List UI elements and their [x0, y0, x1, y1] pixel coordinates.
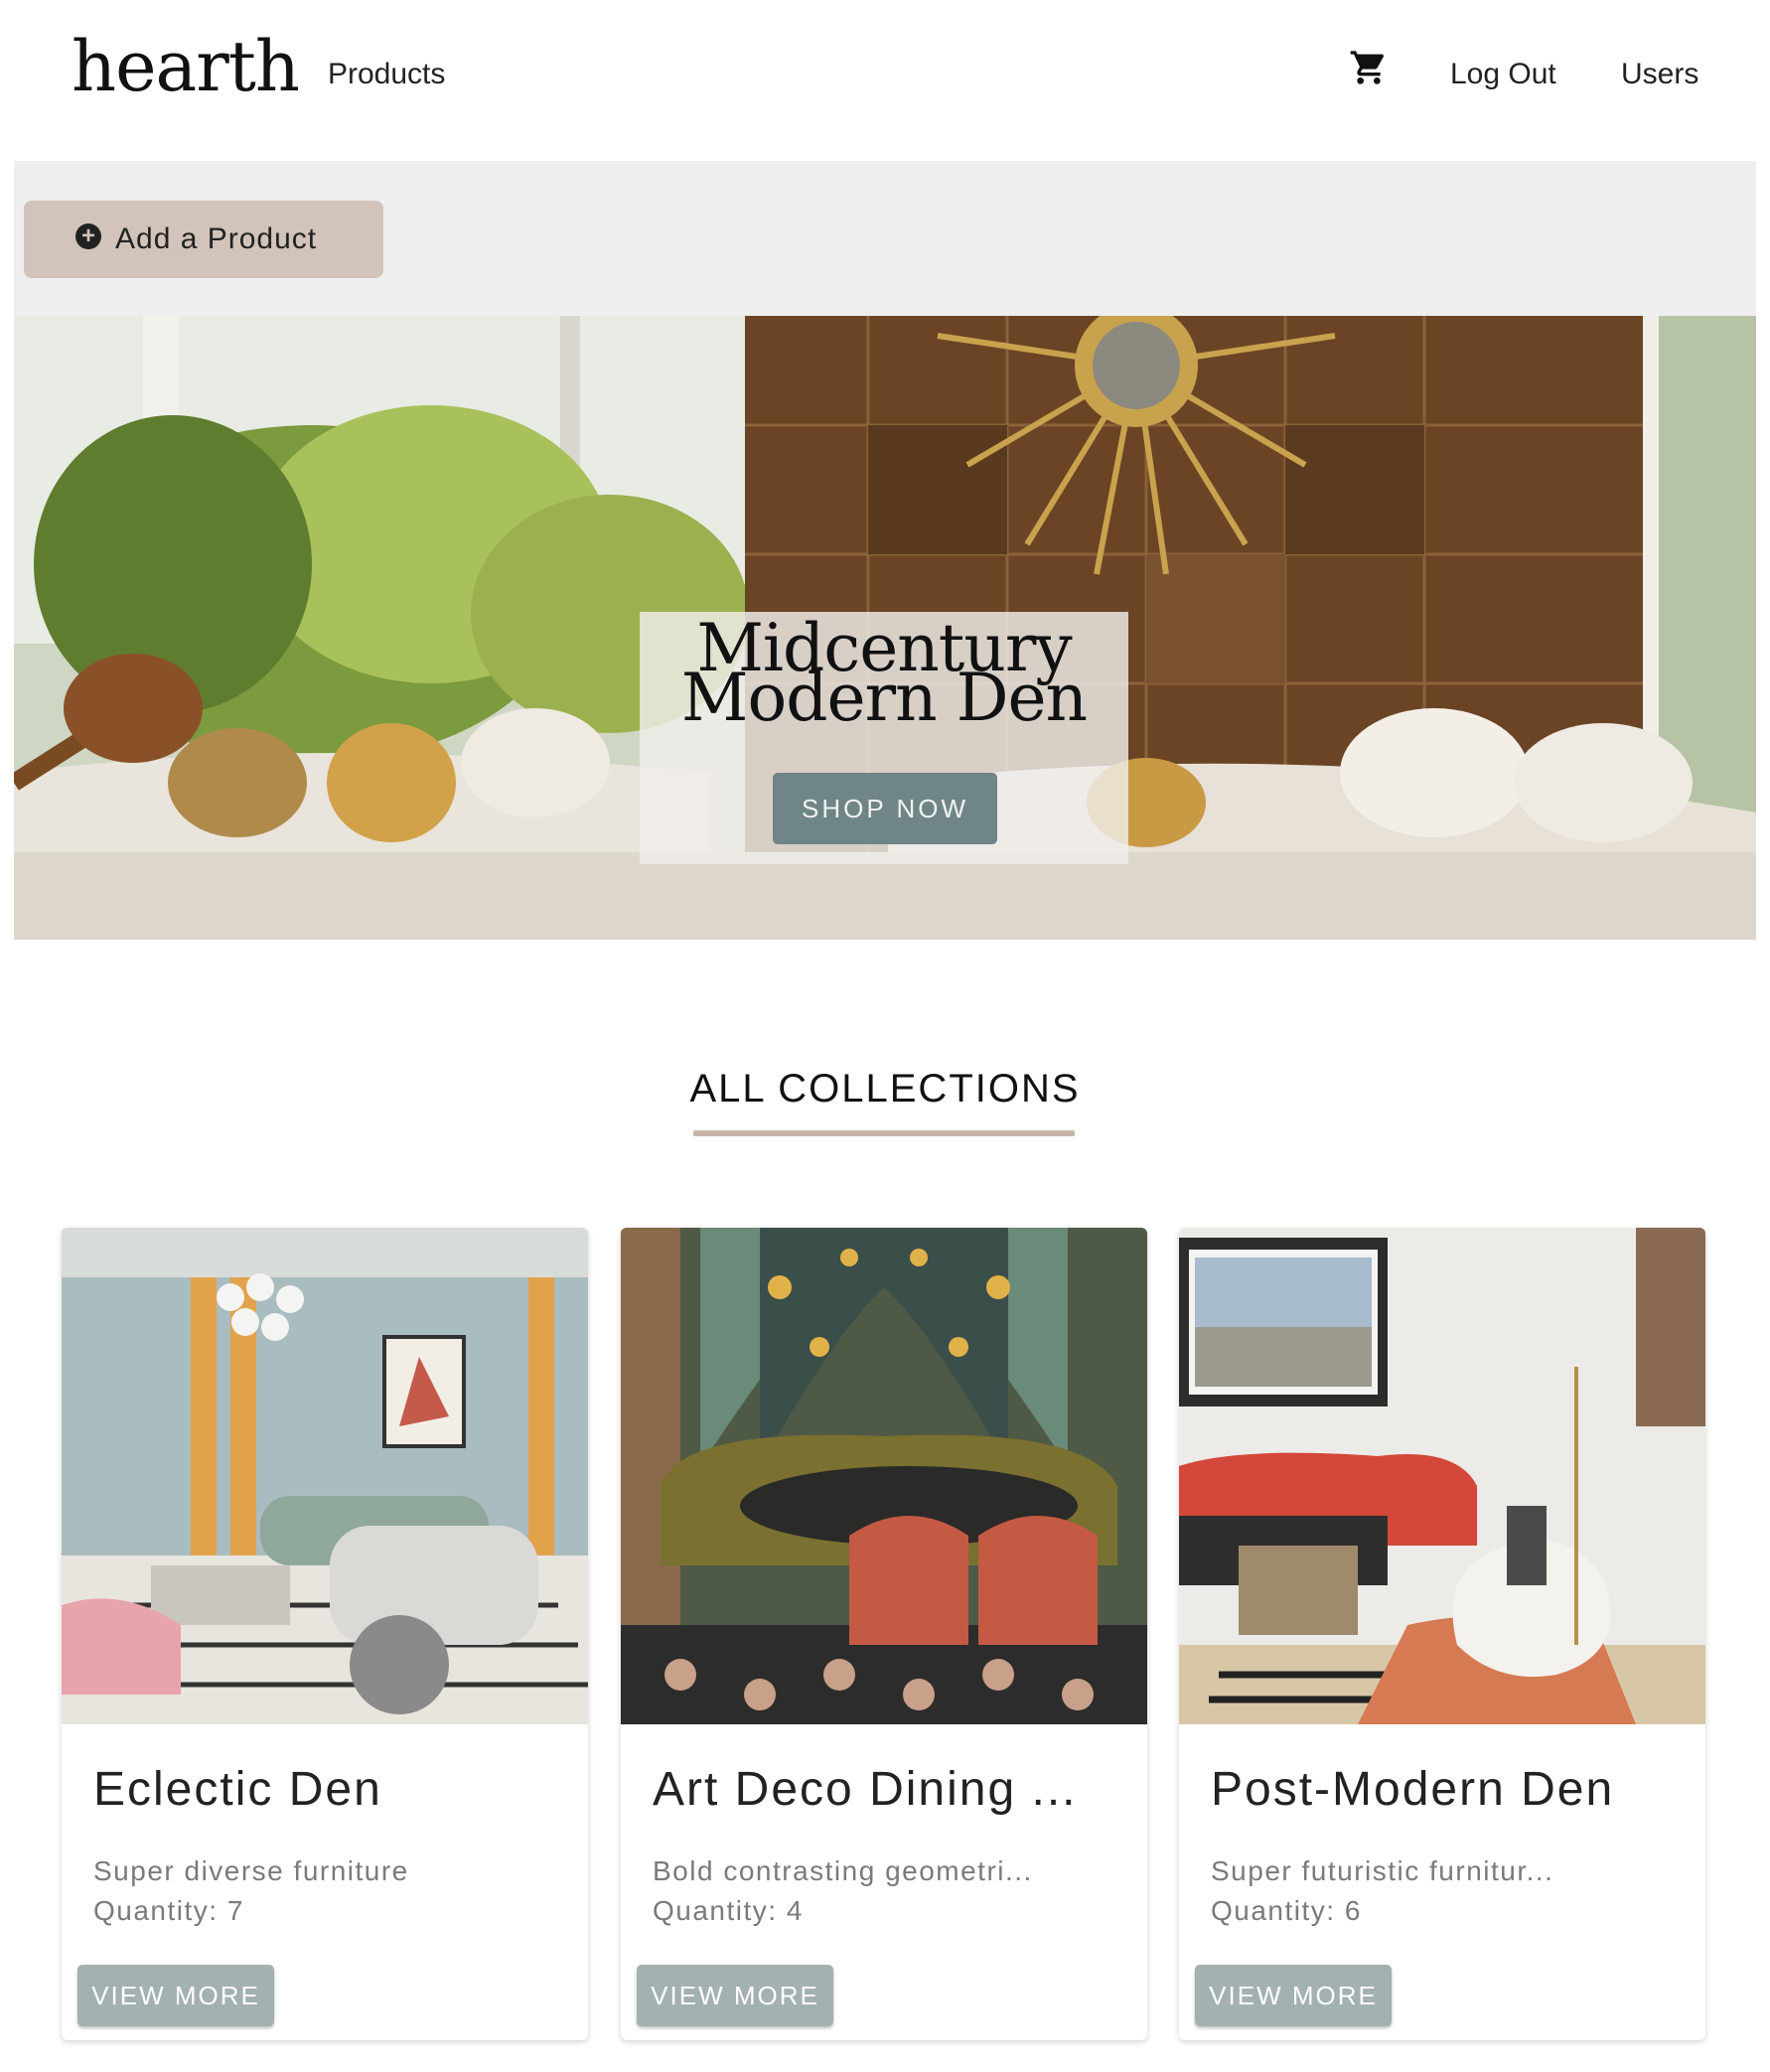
collection-title: Art Deco Dining ... — [653, 1763, 1078, 1816]
admin-toolbar: + Add a Product — [14, 161, 1756, 316]
brand-logo[interactable]: hearth — [72, 32, 300, 101]
top-navbar: hearth Products Log Out Users — [0, 0, 1770, 159]
hero-promo-card: Midcentury Modern Den SHOP NOW — [640, 612, 1128, 864]
collection-title: Eclectic Den — [93, 1763, 382, 1816]
nav-link-users[interactable]: Users — [1621, 58, 1698, 91]
collection-title: Post-Modern Den — [1211, 1763, 1615, 1816]
collection-card-art-deco-dining[interactable]: Art Deco Dining ... Bold contrasting geo… — [621, 1228, 1147, 2040]
shop-now-button[interactable]: SHOP NOW — [773, 773, 997, 844]
add-circle-icon: + — [75, 223, 101, 249]
shopping-cart-icon[interactable] — [1349, 48, 1389, 87]
collection-image — [62, 1228, 588, 1724]
hero-banner: Midcentury Modern Den SHOP NOW — [14, 316, 1756, 940]
collection-image — [1179, 1228, 1705, 1724]
nav-link-log-out[interactable]: Log Out — [1450, 58, 1556, 91]
collection-description: Super diverse furniture — [93, 1855, 409, 1886]
collection-quantity: Quantity: 6 — [1211, 1895, 1362, 1926]
view-more-button[interactable]: VIEW MORE — [77, 1965, 274, 2026]
nav-link-products[interactable]: Products — [328, 58, 445, 91]
collection-card-eclectic-den[interactable]: Eclectic Den Super diverse furniture Qua… — [62, 1228, 588, 2040]
collection-quantity: Quantity: 4 — [653, 1895, 804, 1926]
view-more-button[interactable]: VIEW MORE — [637, 1965, 833, 2026]
collection-description: Bold contrasting geometri... — [653, 1855, 1033, 1886]
collection-image — [621, 1228, 1147, 1724]
collection-description: Super futuristic furnitur... — [1211, 1855, 1554, 1886]
add-product-button[interactable]: + Add a Product — [24, 201, 383, 278]
hero-title: Midcentury Modern Den — [640, 616, 1128, 736]
collection-quantity: Quantity: 7 — [93, 1895, 244, 1926]
section-title-all-collections: ALL COLLECTIONS — [689, 1067, 1081, 1110]
hero-title-line-2: Modern Den — [680, 660, 1088, 736]
view-more-button[interactable]: VIEW MORE — [1195, 1965, 1392, 2026]
add-product-label: Add a Product — [115, 222, 318, 255]
section-title-underline — [693, 1130, 1075, 1136]
collection-card-post-modern-den[interactable]: Post-Modern Den Super futuristic furnitu… — [1179, 1228, 1705, 2040]
